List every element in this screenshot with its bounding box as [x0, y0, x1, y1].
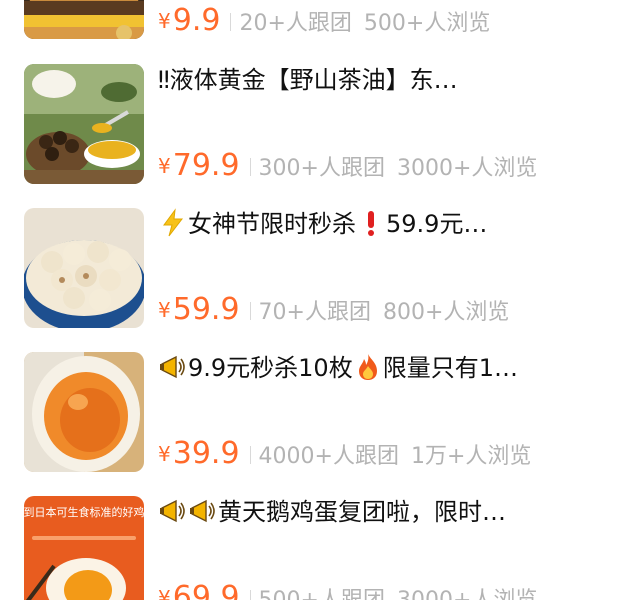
item-title[interactable]: 女神节限时秒杀 59.9元…	[158, 208, 598, 240]
title-text: 女神节限时秒杀	[188, 210, 356, 238]
divider	[249, 446, 251, 464]
divider	[249, 590, 251, 600]
view-count: 3000+人浏览	[397, 588, 537, 600]
raw-egg-thumbnail[interactable]: 达到日本可生食标准的好鸡蛋	[24, 496, 144, 600]
camellia-oil-thumbnail[interactable]	[24, 64, 144, 184]
group-count: 500+人跟团	[259, 588, 385, 600]
price: 9.9	[172, 3, 221, 38]
burger-thumbnail[interactable]	[24, 0, 144, 39]
currency-symbol: ¥	[158, 154, 171, 178]
list-item[interactable]: 9.9元秒杀10枚 限量只有1… ¥39.9 4000+人跟团 1万+人浏览	[24, 352, 614, 472]
megaphone-icon	[158, 496, 188, 526]
group-count: 20+人跟团	[239, 11, 352, 36]
view-count: 500+人浏览	[363, 11, 491, 36]
item-title[interactable]: 黄天鹅鸡蛋复团啦，限时…	[158, 496, 598, 528]
item-meta: ¥39.9 4000+人跟团 1万+人浏览	[158, 436, 543, 472]
item-meta: ¥79.9 300+人跟团 3000+人浏览	[158, 148, 549, 184]
item-title[interactable]: ‼液体黄金【野山茶油】东…	[158, 64, 598, 96]
price: 39.9	[172, 436, 240, 471]
exclamation-icon	[356, 208, 386, 238]
salted-egg-thumbnail[interactable]	[24, 352, 144, 472]
item-meta: ¥69.9 500+人跟团 3000+人浏览	[158, 580, 549, 600]
list-item[interactable]: ‼液体黄金【野山茶油】东… ¥79.9 300+人跟团 3000+人浏览	[24, 64, 614, 184]
title-text-tail: 59.9元…	[386, 210, 488, 238]
price: 69.9	[172, 580, 240, 600]
list-item[interactable]: 达到日本可生食标准的好鸡蛋	[24, 496, 614, 600]
group-buy-feed: ¥9.9 20+人跟团 500+人浏览 ‼液体黄金【野山茶油】东… ¥79.9 …	[0, 0, 630, 600]
divider	[230, 13, 232, 31]
currency-symbol: ¥	[158, 9, 171, 33]
lightning-icon	[158, 208, 188, 238]
group-count: 300+人跟团	[258, 156, 385, 181]
currency-symbol: ¥	[158, 298, 171, 322]
title-text: 9.9元秒杀10枚	[188, 354, 353, 382]
lotus-seeds-thumbnail[interactable]	[24, 208, 144, 328]
view-count: 3000+人浏览	[396, 156, 538, 181]
list-item[interactable]: ¥9.9 20+人跟团 500+人浏览	[24, 0, 614, 39]
group-count: 70+人跟团	[258, 300, 371, 325]
title-text: 黄天鹅鸡蛋复团啦，限时…	[218, 498, 506, 526]
divider	[249, 302, 251, 320]
fire-icon	[353, 352, 383, 382]
view-count: 800+人浏览	[382, 300, 510, 325]
currency-symbol: ¥	[158, 442, 171, 466]
price: 79.9	[172, 148, 240, 183]
item-title[interactable]: 9.9元秒杀10枚 限量只有1…	[158, 352, 598, 384]
title-text-tail: 限量只有1…	[382, 354, 518, 382]
item-meta: ¥59.9 70+人跟团 800+人浏览	[158, 292, 521, 328]
thumb-headline: 达到日本可生食标准的好鸡蛋	[24, 505, 144, 519]
megaphone-icon	[188, 496, 218, 526]
price: 59.9	[172, 292, 240, 327]
item-meta: ¥9.9 20+人跟团 500+人浏览	[158, 3, 502, 39]
megaphone-icon	[158, 352, 188, 382]
list-item[interactable]: 女神节限时秒杀 59.9元… ¥59.9 70+人跟团 800+人浏览	[24, 208, 614, 328]
divider	[249, 158, 251, 176]
view-count: 1万+人浏览	[410, 444, 532, 469]
group-count: 4000+人跟团	[258, 444, 399, 469]
currency-symbol: ¥	[158, 586, 171, 600]
